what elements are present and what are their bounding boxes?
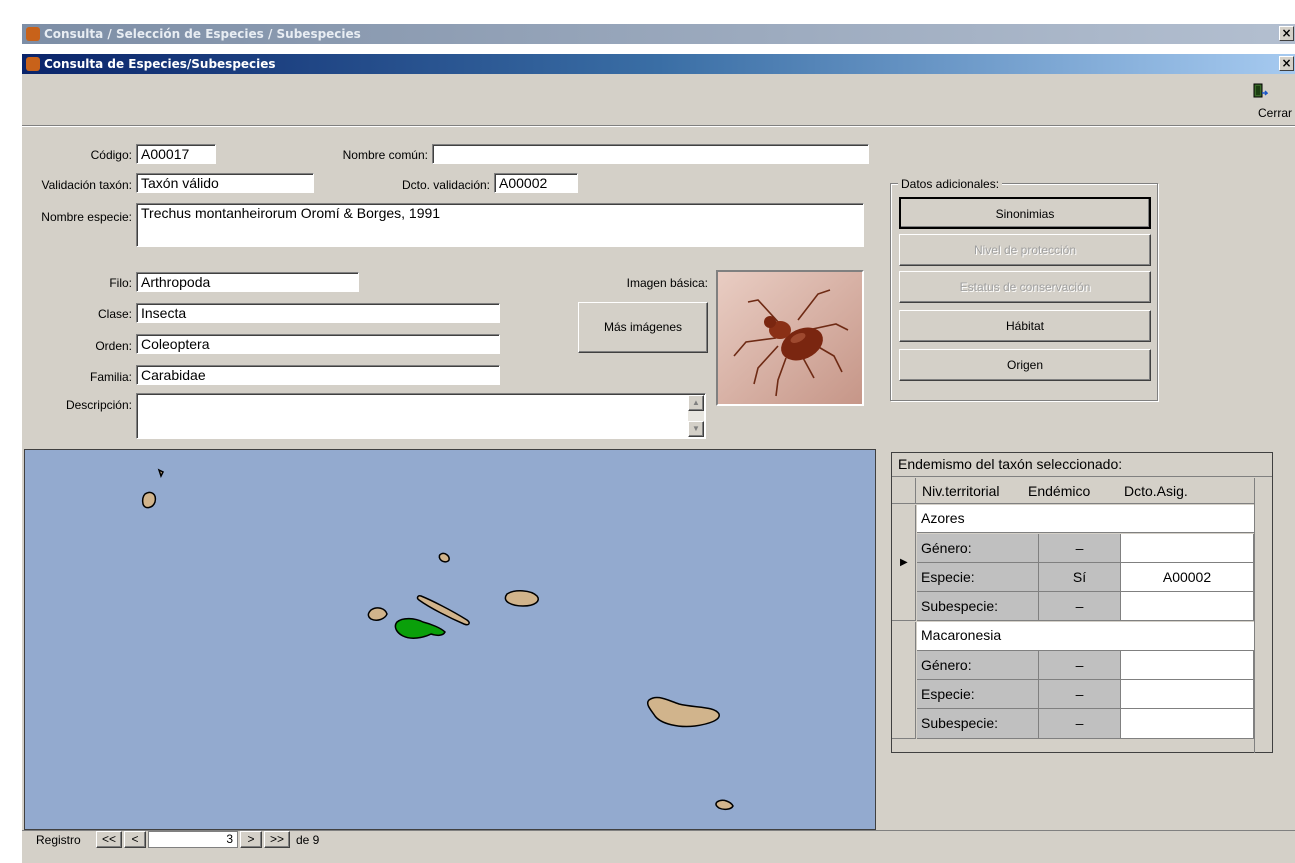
orden-field[interactable]: Coleoptera [136, 334, 500, 354]
grid-right-edge [1254, 478, 1272, 753]
macaronesia-genero-endemico[interactable]: – [1039, 651, 1121, 680]
app-icon [26, 27, 40, 41]
nombre-comun-label: Nombre común: [342, 148, 428, 162]
nivel-proteccion-button[interactable]: Nivel de protección [899, 234, 1151, 266]
habitat-button[interactable]: Hábitat [899, 310, 1151, 342]
azores-especie-dcto[interactable]: A00002 [1121, 563, 1254, 592]
island-santa-maria [715, 799, 734, 811]
macaronesia-especie-dcto[interactable] [1121, 680, 1254, 709]
window-close-button[interactable]: × [1279, 26, 1294, 41]
beetle-image [718, 272, 862, 404]
datos-legend: Datos adicionales: [898, 177, 1003, 191]
filo-label: Filo: [109, 276, 132, 290]
island-terceira [504, 590, 539, 607]
codigo-field[interactable]: A00017 [136, 144, 216, 164]
validacion-label: Validación taxón: [41, 178, 132, 192]
species-image [716, 270, 864, 406]
macaronesia-genero-dcto[interactable] [1121, 651, 1254, 680]
mas-imagenes-button[interactable]: Más imágenes [578, 302, 708, 353]
azores-especie-label: Especie: [917, 563, 1039, 592]
island-sao-miguel [646, 696, 720, 728]
window-title: Consulta / Selección de Especies / Subes… [44, 27, 361, 41]
first-record-button[interactable]: << [96, 831, 122, 848]
azores-genero-label: Género: [917, 534, 1039, 563]
child-close-button[interactable]: × [1279, 56, 1294, 71]
descripcion-scrollbar[interactable]: ▲ ▼ [688, 395, 704, 437]
header-endemico: Endémico [1028, 483, 1091, 499]
dcto-field[interactable]: A00002 [494, 173, 578, 193]
record-total: de 9 [296, 833, 320, 847]
azores-map[interactable] [24, 449, 876, 830]
clase-field[interactable]: Insecta [136, 303, 500, 323]
next-record-button[interactable]: > [240, 831, 262, 848]
clase-label: Clase: [97, 307, 132, 321]
origen-button[interactable]: Origen [899, 349, 1151, 381]
familia-label: Familia: [89, 370, 132, 384]
record-number-field[interactable]: 3 [148, 831, 238, 848]
macaronesia-genero-label: Género: [917, 651, 1039, 680]
header-dcto-asig: Dcto.Asig. [1124, 483, 1188, 499]
macaronesia-especie-label: Especie: [917, 680, 1039, 709]
child-titlebar: Consulta de Especies/Subespecies × [22, 54, 1295, 74]
imagen-label: Imagen básica: [626, 276, 708, 290]
azores-genero-endemico[interactable]: – [1039, 534, 1121, 563]
familia-field[interactable]: Carabidae [136, 365, 500, 385]
scroll-up-icon[interactable]: ▲ [688, 395, 704, 411]
header-niv-territorial: Niv.territorial [922, 483, 1000, 499]
window-titlebar: Consulta / Selección de Especies / Subes… [22, 24, 1295, 44]
island-graciosa [438, 552, 450, 563]
grid-header: Niv.territorial Endémico Dcto.Asig. [892, 478, 1254, 504]
azores-subespecie-dcto[interactable] [1121, 592, 1254, 621]
filo-field[interactable]: Arthropoda [136, 272, 359, 292]
registro-label: Registro [36, 833, 81, 847]
nombre-especie-label: Nombre especie: [41, 210, 132, 224]
row-selector-header [892, 478, 916, 504]
island-sao-jorge [416, 595, 470, 626]
descripcion-label: Descripción: [65, 398, 132, 412]
last-record-button[interactable]: >> [264, 831, 290, 848]
macaronesia-especie-endemico[interactable]: – [1039, 680, 1121, 709]
scroll-down-icon[interactable]: ▼ [688, 421, 704, 437]
orden-label: Orden: [95, 339, 132, 353]
prev-record-button[interactable]: < [124, 831, 146, 848]
child-title: Consulta de Especies/Subespecies [44, 57, 276, 71]
close-toolbar-button[interactable]: Cerrar [1222, 80, 1292, 124]
sinonimias-label: Sinonimias [995, 207, 1055, 221]
azores-especie-endemico[interactable]: Sí [1039, 563, 1121, 592]
macaronesia-subespecie-endemico[interactable]: – [1039, 709, 1121, 739]
row-selector-macaronesia[interactable] [892, 622, 916, 739]
endemismo-title: Endemismo del taxón seleccionado: [892, 453, 1272, 477]
record-navigator: Registro << < 3 > >> de 9 [22, 830, 1295, 852]
nombre-especie-field[interactable]: Trechus montanheirorum Oromí & Borges, 1… [136, 203, 864, 247]
macaronesia-subespecie-dcto[interactable] [1121, 709, 1254, 739]
island-flores [141, 491, 157, 509]
azores-subespecie-label: Subespecie: [917, 592, 1039, 621]
row-selector-azores[interactable]: ▶ [892, 505, 916, 621]
current-row-arrow-icon: ▶ [900, 557, 908, 568]
group-macaronesia: Macaronesia [917, 622, 1254, 651]
island-faial [367, 607, 388, 621]
close-label: Cerrar [1257, 106, 1292, 120]
nombre-comun-field[interactable] [432, 144, 869, 164]
macaronesia-subespecie-label: Subespecie: [917, 709, 1039, 739]
dcto-label: Dcto. validación: [401, 178, 490, 192]
descripcion-field[interactable] [136, 393, 706, 439]
islands-map [141, 468, 734, 811]
azores-genero-dcto[interactable] [1121, 534, 1254, 563]
estatus-conservacion-button[interactable]: Estatus de conservación [899, 271, 1151, 303]
azores-subespecie-endemico[interactable]: – [1039, 592, 1121, 621]
toolbar: Cerrar [22, 74, 1295, 126]
exit-door-icon [1253, 83, 1268, 98]
validacion-field[interactable]: Taxón válido [136, 173, 314, 193]
endemismo-grid: Endemismo del taxón seleccionado: Niv.te… [891, 452, 1273, 753]
sinonimias-button[interactable]: Sinonimias [899, 197, 1151, 229]
group-azores: Azores [917, 505, 1254, 533]
app-icon [26, 57, 40, 71]
island-pico-selected [394, 617, 446, 639]
codigo-label: Código: [90, 148, 132, 162]
island-corvo [157, 468, 165, 478]
